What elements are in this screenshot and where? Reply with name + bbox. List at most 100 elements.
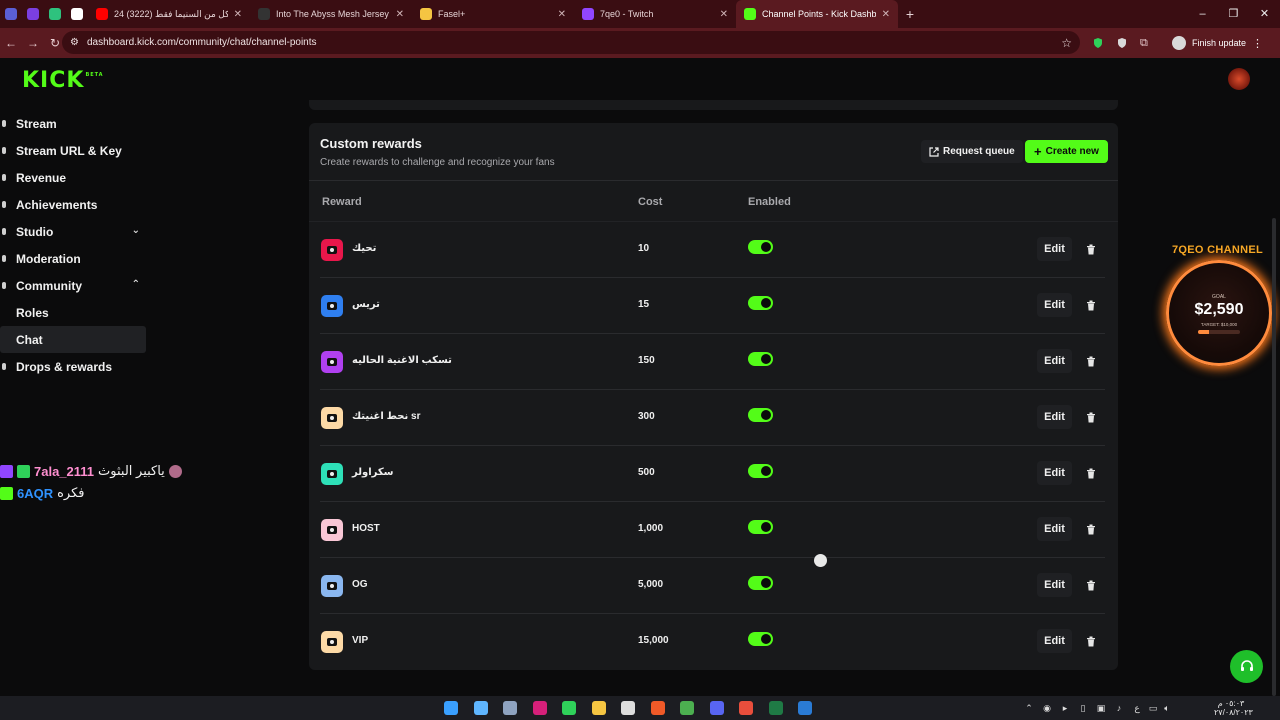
enabled-toggle[interactable]	[748, 408, 773, 422]
finish-update-button[interactable]: Finish update ⋮	[1172, 33, 1263, 53]
column-header-reward[interactable]: Reward	[322, 196, 362, 208]
app-icon-multi[interactable]	[739, 701, 753, 715]
site-info-icon[interactable]: ⚙	[70, 37, 79, 48]
column-header-cost[interactable]: Cost	[638, 196, 662, 208]
excel-icon[interactable]	[768, 701, 783, 715]
browser-tab[interactable]: Into The Abyss Mesh Jersey – n ✕	[250, 0, 412, 28]
tray-battery-icon[interactable]: ▯	[1074, 703, 1092, 714]
chat-message: 7ala_2111 ياكبير البثوث	[0, 460, 182, 482]
sidebar-item-studio[interactable]: Studio ⌄	[0, 218, 146, 245]
brave-icon[interactable]	[650, 701, 665, 715]
sidebar-item-achievements[interactable]: Achievements	[0, 191, 146, 218]
sidebar-item-drops-rewards[interactable]: Drops & rewards	[0, 353, 146, 380]
steam-icon[interactable]	[798, 701, 812, 715]
request-queue-button[interactable]: Request queue	[921, 140, 1023, 163]
tray-discord-icon[interactable]: ◉	[1038, 703, 1056, 714]
tab-close-icon[interactable]: ✕	[720, 9, 728, 20]
extension-shield2-icon[interactable]	[1116, 28, 1128, 58]
url-bar[interactable]: ⚙ dashboard.kick.com/community/chat/chan…	[62, 31, 1080, 54]
sidebar-item-roles[interactable]: Roles	[0, 299, 146, 326]
tray-network-icon[interactable]: ▭	[1146, 703, 1160, 714]
enabled-toggle[interactable]	[748, 576, 773, 590]
browser-tab[interactable]	[22, 0, 44, 28]
forward-icon[interactable]: →	[22, 36, 44, 50]
extension-shield-icon[interactable]	[1092, 28, 1104, 58]
sidebar-item-stream-url-key[interactable]: Stream URL & Key	[0, 137, 146, 164]
column-header-enabled[interactable]: Enabled	[748, 196, 791, 208]
tray-play-icon[interactable]: ▸	[1056, 703, 1074, 714]
browser-tab[interactable]: 24 ساعة اكل من السنيما فقط (3222) ✕	[88, 0, 250, 28]
enabled-toggle[interactable]	[748, 520, 773, 534]
file-explorer-icon[interactable]	[591, 701, 606, 715]
obs-icon[interactable]	[621, 701, 635, 715]
close-window-button[interactable]: ✕	[1249, 0, 1280, 28]
taskbar-clock[interactable]: ٠٥:٠٣ م ٢٧/٠٨/٢٠٢٣	[1214, 699, 1253, 717]
user-avatar[interactable]	[1228, 68, 1250, 90]
windows-icon[interactable]	[444, 701, 458, 715]
delete-button[interactable]	[1079, 405, 1103, 429]
browser-tab[interactable]: Channel Points - Kick Dashboard ✕	[736, 0, 898, 28]
bookmark-star-icon[interactable]: ☆	[1061, 36, 1072, 50]
delete-button[interactable]	[1079, 349, 1103, 373]
tray-display-icon[interactable]: ▣	[1092, 703, 1110, 714]
delete-button[interactable]	[1079, 629, 1103, 653]
tab-close-icon[interactable]: ✕	[558, 9, 566, 20]
back-icon[interactable]: ←	[0, 36, 22, 50]
tray-mic-icon[interactable]: ♪	[1110, 703, 1128, 713]
help-chat-button[interactable]	[1230, 650, 1263, 683]
edit-button[interactable]: Edit	[1037, 461, 1072, 485]
tab-close-icon[interactable]: ✕	[396, 9, 404, 20]
enabled-toggle[interactable]	[748, 240, 773, 254]
browser-tab[interactable]	[66, 0, 88, 28]
chevron-up-icon[interactable]: ⌃	[132, 279, 140, 290]
menu-kebab-icon[interactable]: ⋮	[1252, 37, 1263, 50]
delete-button[interactable]	[1079, 237, 1103, 261]
browser-tab[interactable]	[0, 0, 22, 28]
tab-close-icon[interactable]: ✕	[234, 9, 242, 20]
chevron-down-icon[interactable]: ⌄	[132, 225, 140, 236]
edit-button[interactable]: Edit	[1037, 349, 1072, 373]
sidebar-item-community[interactable]: Community ⌃	[0, 272, 146, 299]
sidebar-item-stream[interactable]: Stream	[0, 110, 146, 137]
tray-lang-indicator[interactable]: ع	[1128, 703, 1146, 714]
new-tab-button[interactable]: +	[898, 6, 922, 22]
browser-tab[interactable]	[44, 0, 66, 28]
settings-icon[interactable]	[503, 701, 517, 715]
maximize-button[interactable]: ❐	[1218, 0, 1249, 28]
browser-tab[interactable]: 7qe0 - Twitch ✕	[574, 0, 736, 28]
delete-button[interactable]	[1079, 573, 1103, 597]
discord-icon[interactable]	[709, 701, 724, 715]
tray-volume-icon[interactable]: 🔈︎	[1160, 703, 1174, 714]
sidebar-item-moderation[interactable]: Moderation	[0, 245, 146, 272]
edit-button[interactable]: Edit	[1037, 573, 1072, 597]
app-icon-green[interactable]	[562, 701, 576, 715]
sidebar-item-revenue[interactable]: Revenue	[0, 164, 146, 191]
delete-button[interactable]	[1079, 517, 1103, 541]
tab-close-icon[interactable]: ✕	[882, 9, 890, 20]
goal-channel-title: 7QEO CHANNEL	[1172, 244, 1263, 256]
profile-avatar-icon[interactable]	[1172, 36, 1186, 50]
enabled-toggle[interactable]	[748, 352, 773, 366]
chrome-icon[interactable]	[680, 701, 694, 715]
tray-chevron-up-icon[interactable]: ⌃	[1020, 703, 1038, 714]
edit-button[interactable]: Edit	[1037, 293, 1072, 317]
page-scrollbar[interactable]	[1272, 218, 1276, 696]
edit-button[interactable]: Edit	[1037, 517, 1072, 541]
edit-button[interactable]: Edit	[1037, 237, 1072, 261]
enabled-toggle[interactable]	[748, 464, 773, 478]
create-new-button[interactable]: + Create new	[1025, 140, 1108, 163]
sidebar-nav: Stream Stream URL & Key Revenue Achievement…	[0, 110, 150, 380]
browser-tab[interactable]: Fasel+ ✕	[412, 0, 574, 28]
app-icon-pink[interactable]	[532, 701, 547, 715]
sidebar-item-chat[interactable]: Chat	[0, 326, 146, 353]
enabled-toggle[interactable]	[748, 632, 773, 646]
edit-button[interactable]: Edit	[1037, 629, 1072, 653]
enabled-toggle[interactable]	[748, 296, 773, 310]
minimize-button[interactable]: –	[1187, 0, 1218, 28]
search-icon[interactable]	[473, 701, 488, 715]
delete-button[interactable]	[1079, 293, 1103, 317]
delete-button[interactable]	[1079, 461, 1103, 485]
edit-button[interactable]: Edit	[1037, 405, 1072, 429]
extensions-puzzle-icon[interactable]: ⧉	[1140, 28, 1148, 58]
kick-logo[interactable]: KICKBETA	[22, 68, 104, 93]
